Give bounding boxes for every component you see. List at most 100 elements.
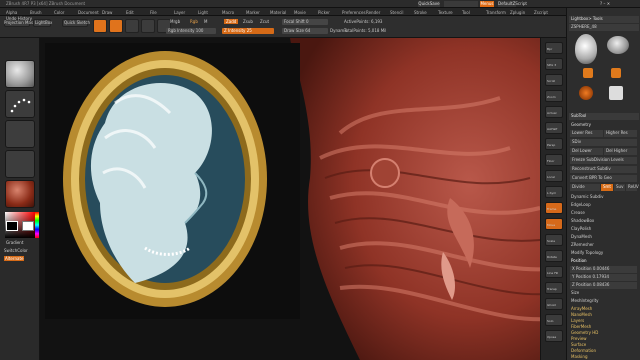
subtool-header[interactable]: SubTool <box>569 113 639 120</box>
sdiv-slider[interactable]: SDiv <box>570 139 637 146</box>
shadowbox-item[interactable]: ShadowBox <box>571 218 594 223</box>
menu-texture[interactable]: Texture <box>438 10 453 15</box>
secondary-color-swatch[interactable] <box>22 221 34 231</box>
tray-local-button[interactable]: Local <box>545 170 563 182</box>
tray-scale-button[interactable]: Scale <box>545 234 563 246</box>
tray-line-fill-button[interactable]: Line Fill <box>545 266 563 278</box>
section-layers[interactable]: Layers <box>571 318 584 323</box>
menus-button[interactable]: Menus <box>480 1 494 7</box>
divide-button[interactable]: Divide <box>570 184 600 191</box>
tray-frame-button[interactable]: Frame <box>545 202 563 214</box>
menu-macro[interactable]: Macro <box>222 10 234 15</box>
quicksave-button[interactable]: QuickSave <box>418 1 440 7</box>
tray-l-sym-button[interactable]: L.Sym <box>545 186 563 198</box>
modify-topology-item[interactable]: Modify Topology <box>571 250 603 255</box>
geometry-header[interactable]: Geometry <box>571 122 591 127</box>
menu-document[interactable]: Document <box>78 10 99 15</box>
suv-toggle[interactable]: Suv <box>614 184 625 191</box>
current-tool-thumbnail[interactable] <box>575 34 597 64</box>
switch-color-button[interactable]: SwitchColor <box>4 248 28 253</box>
main-color-swatch[interactable] <box>6 221 18 231</box>
alpha-thumbnail[interactable] <box>5 120 35 148</box>
move-button[interactable] <box>125 19 139 33</box>
reconstruct-subdiv-button[interactable]: Reconstruct Subdiv <box>570 166 637 173</box>
document-canvas[interactable] <box>40 38 566 360</box>
seethrough-slider[interactable] <box>444 1 478 7</box>
menu-transform[interactable]: Transform <box>486 10 506 15</box>
menu-render[interactable]: Render <box>366 10 380 15</box>
help-icon[interactable]: ? <box>600 1 602 6</box>
scale-button[interactable] <box>141 19 155 33</box>
menu-draw[interactable]: Draw <box>102 10 112 15</box>
zremesher-item[interactable]: ZRemesher <box>571 242 594 247</box>
mesh-integrity-item[interactable]: MeshIntegrity <box>571 298 599 303</box>
tray-move-button[interactable]: Move <box>545 218 563 230</box>
position-item[interactable]: Position <box>571 258 587 263</box>
menu-light[interactable]: Light <box>198 10 208 15</box>
tray-zoom-button[interactable]: Zoom <box>545 90 563 102</box>
section-masking[interactable]: Masking <box>571 354 588 359</box>
menu-brush[interactable]: Brush <box>30 10 42 15</box>
tool-name-slider[interactable]: ZSPHERE_48 <box>569 24 639 31</box>
smt-toggle[interactable]: Smt <box>601 184 613 191</box>
polymesh-thumbnail[interactable] <box>607 36 629 54</box>
z-position-slider[interactable]: Z Position 0.08436 <box>570 282 637 289</box>
claypolish-item[interactable]: ClayPolish <box>571 226 591 231</box>
gradient-label[interactable]: Gradient <box>6 240 23 245</box>
menu-layer[interactable]: Layer <box>174 10 185 15</box>
window-controls[interactable]: ? – ✕ <box>600 1 610 6</box>
alternate-button[interactable]: Alternate <box>4 256 25 261</box>
menu-file[interactable]: File <box>150 10 157 15</box>
zsub-button[interactable]: Zsub <box>243 19 253 24</box>
menu-zscript[interactable]: Zscript <box>534 10 548 15</box>
menu-movie[interactable]: Movie <box>294 10 306 15</box>
minimize-icon[interactable]: – <box>603 1 605 6</box>
dynamesh-item[interactable]: DynaMesh <box>571 234 592 239</box>
section-arraymesh[interactable]: ArrayMesh <box>571 306 592 311</box>
higher-res-button[interactable]: Higher Res <box>604 130 637 137</box>
crease-item[interactable]: Crease <box>571 210 585 215</box>
brush-thumbnail[interactable] <box>5 60 35 88</box>
edgeloop-item[interactable]: EdgeLoop <box>571 202 591 207</box>
tray-transp-button[interactable]: Transp <box>545 282 563 294</box>
tray-scroll-button[interactable]: Scroll <box>545 74 563 86</box>
menu-marker[interactable]: Marker <box>246 10 260 15</box>
reuv-toggle[interactable]: ReUV <box>626 184 639 191</box>
hue-strip[interactable] <box>35 212 39 238</box>
simplebrush-thumbnail[interactable] <box>583 68 593 78</box>
menu-preferences[interactable]: Preferences <box>342 10 366 15</box>
zsphere-thumbnail[interactable] <box>579 86 593 100</box>
tray-spix-3-button[interactable]: SPix 3 <box>545 58 563 70</box>
menu-stroke[interactable]: Stroke <box>414 10 427 15</box>
section-preview[interactable]: Preview <box>571 336 587 341</box>
stroke-thumbnail[interactable] <box>5 90 35 118</box>
tray-aahalf-button[interactable]: AAHalf <box>545 122 563 134</box>
del-higher-button[interactable]: Del Higher <box>604 148 637 155</box>
lower-res-button[interactable]: Lower Res <box>570 130 603 137</box>
lightbox-tools-button[interactable]: Lightbox> Tools <box>569 16 639 23</box>
material-thumbnail[interactable] <box>5 180 35 208</box>
tray-floor-button[interactable]: Floor <box>545 154 563 166</box>
menu-tool[interactable]: Tool <box>462 10 470 15</box>
zcut-button[interactable]: Zcut <box>260 19 269 24</box>
decobrush-thumbnail[interactable] <box>611 68 621 78</box>
y-position-slider[interactable]: Y Position 0.17934 <box>570 274 637 281</box>
section-geometry-hd[interactable]: Geometry HD <box>571 330 598 335</box>
section-nanomesh[interactable]: NanoMesh <box>571 312 592 317</box>
texture-thumbnail[interactable] <box>5 150 35 178</box>
menu-stencil[interactable]: Stencil <box>390 10 404 15</box>
menu-alpha[interactable]: Alpha <box>6 10 17 15</box>
pm3d-thumbnail[interactable] <box>609 86 623 100</box>
draw-button[interactable] <box>109 19 123 33</box>
section-deformation[interactable]: Deformation <box>571 348 596 353</box>
close-icon[interactable]: ✕ <box>607 1 610 6</box>
tray-persp-button[interactable]: Persp <box>545 138 563 150</box>
section-fibermesh[interactable]: FiberMesh <box>571 324 591 329</box>
default-zscript-button[interactable]: DefaultZScript <box>498 1 527 7</box>
freeze-subdivision-button[interactable]: Freeze SubDivision Levels <box>570 157 637 164</box>
menu-material[interactable]: Material <box>270 10 286 15</box>
menu-zplugin[interactable]: Zplugin <box>510 10 525 15</box>
menu-edit[interactable]: Edit <box>126 10 134 15</box>
menu-picker[interactable]: Picker <box>318 10 330 15</box>
size-item[interactable]: Size <box>571 290 579 295</box>
